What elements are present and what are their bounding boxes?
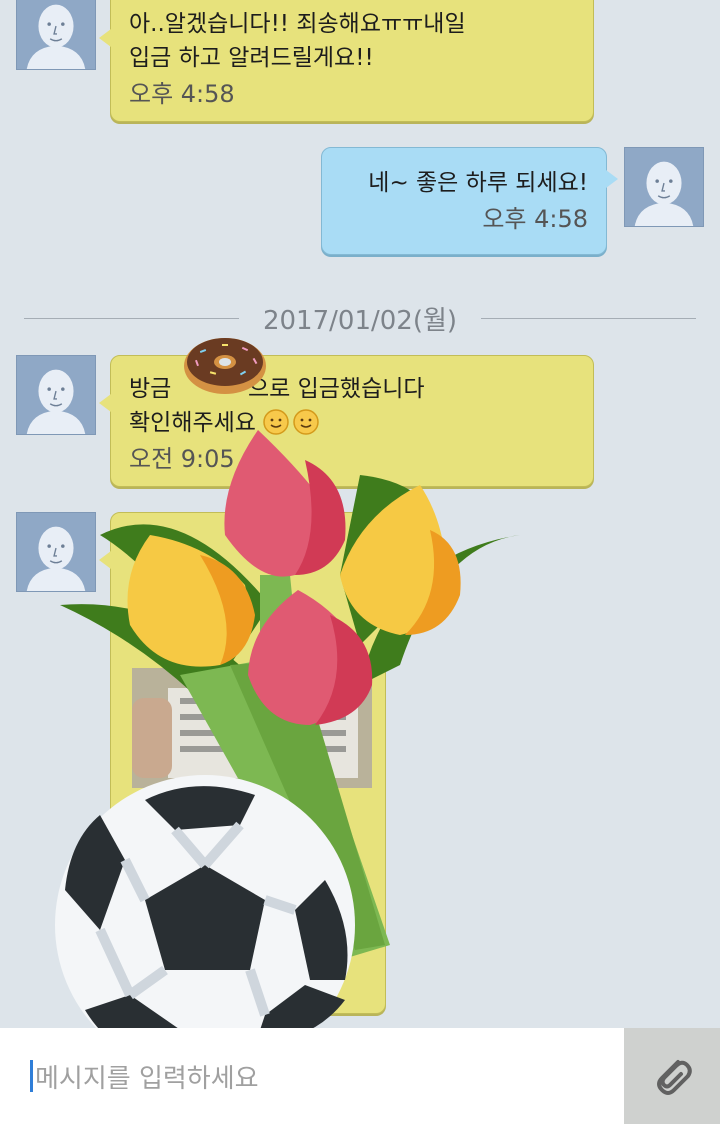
divider-line [481, 317, 697, 319]
default-avatar-icon [625, 148, 703, 226]
default-avatar-icon [17, 356, 95, 434]
message-input-bar: 메시지를 입력하세요 [0, 1028, 720, 1124]
avatar[interactable] [16, 0, 96, 70]
message-text: 입금 하고 알려드릴게요!! [129, 45, 374, 71]
message-text: 네~ 좋은 하루 되세요! [368, 170, 588, 196]
default-avatar-icon [17, 0, 95, 69]
date-label: 2017/01/02(월) [262, 305, 458, 336]
message-text: 방금 [129, 376, 172, 402]
donut-sticker-icon [184, 338, 266, 394]
date-divider: 2017/01/02(월) [24, 298, 697, 338]
message-bubble-incoming[interactable]: 아..알겠습니다!! 죄송해요ㅠㅠ내일 입금 하고 알려드릴게요!! 오후 4:… [99, 0, 594, 122]
message-time: 오후 4:58 [482, 205, 588, 233]
divider-line [24, 317, 239, 319]
message-input[interactable]: 메시지를 입력하세요 [0, 1028, 624, 1124]
avatar[interactable] [624, 147, 704, 227]
message-time: 오후 4:58 [129, 80, 235, 108]
paperclip-icon [657, 1060, 692, 1095]
attach-button[interactable] [624, 1028, 720, 1124]
chat-screen: 아..알겠습니다!! 죄송해요ㅠㅠ내일 입금 하고 알려드릴게요!! 오후 4:… [0, 0, 720, 1124]
message-text: 으로 입금했습니다 [247, 376, 425, 402]
text-caret [30, 1060, 33, 1092]
input-placeholder: 메시지를 입력하세요 [35, 1063, 259, 1094]
avatar[interactable] [16, 355, 96, 435]
message-text: 아..알겠습니다!! 죄송해요ㅠㅠ내일 [129, 11, 466, 37]
message-bubble-outgoing[interactable]: 네~ 좋은 하루 되세요! 오후 4:58 [321, 147, 618, 255]
